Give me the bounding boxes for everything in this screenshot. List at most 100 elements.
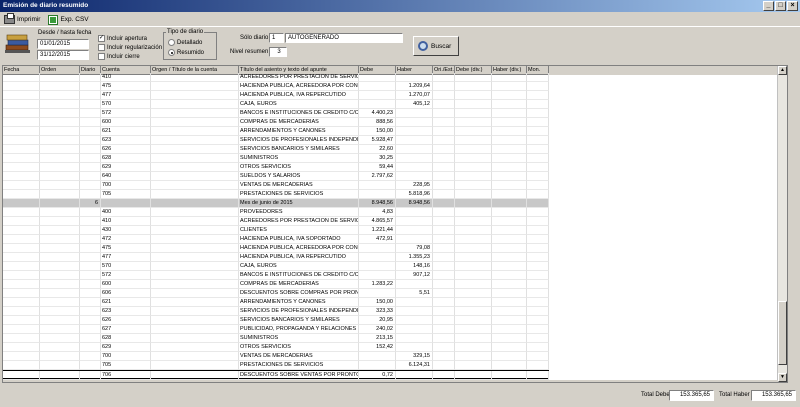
summary-level-input[interactable]: 3 xyxy=(269,47,287,57)
cell-debe-div xyxy=(455,361,492,370)
cell-origen xyxy=(151,371,239,380)
cell-debe-div xyxy=(455,154,492,163)
include-closing-checkbox[interactable]: Incluir cierre xyxy=(98,53,140,60)
cell-haber-div xyxy=(492,334,527,343)
table-row[interactable]: 700 VENTAS DE MERCADERIAS 228,95 xyxy=(3,181,549,190)
cell-haber: 79,08 xyxy=(396,244,433,253)
cell-mon xyxy=(527,325,549,334)
cell-haber-div xyxy=(492,154,527,163)
table-row[interactable]: 629 OTROS SERVICIOS 59,44 xyxy=(3,163,549,172)
include-regularization-checkbox[interactable]: Incluir regularización xyxy=(98,44,162,51)
cell-debe-div xyxy=(455,82,492,91)
table-row[interactable]: 475 HACIENDA PUBLICA, ACREEDORA POR CONCE… xyxy=(3,82,549,91)
table-row[interactable]: 570 CAJA, EUROS 148,16 xyxy=(3,262,549,271)
table-row[interactable]: 410 ACREEDORES POR PRESTACION DE SERVICIO… xyxy=(3,217,549,226)
cell-mon xyxy=(527,109,549,118)
cell-diario xyxy=(80,73,101,82)
table-row[interactable]: 629 OTROS SERVICIOS 152,42 xyxy=(3,343,549,352)
table-row[interactable]: 572 BANCOS E INSTITUCIONES DE CREDITO C/C… xyxy=(3,109,549,118)
table-row[interactable]: 705 PRESTACIONES DE SERVICIOS 6.124,31 xyxy=(3,361,549,370)
cell-origen xyxy=(151,73,239,82)
table-row[interactable]: 606 DESCUENTOS SOBRE COMPRAS POR PRONTO P… xyxy=(3,289,549,298)
table-row[interactable]: 706 DESCUENTOS SOBRE VENTAS POR PRONTO PA… xyxy=(3,370,549,380)
cell-haber: 1.355,23 xyxy=(396,253,433,262)
cell-diario xyxy=(80,82,101,91)
cell-debe-div xyxy=(455,172,492,181)
cell-mon xyxy=(527,181,549,190)
cell-mon xyxy=(527,271,549,280)
cell-orden xyxy=(40,217,80,226)
cell-cuenta: 640 xyxy=(101,172,151,181)
cell-titulo: COMPRAS DE MERCADERIAS xyxy=(239,280,359,289)
table-row[interactable]: 600 COMPRAS DE MERCADERIAS 888,56 xyxy=(3,118,549,127)
table-row[interactable]: 400 PROVEEDORES 4,83 xyxy=(3,208,549,217)
table-row[interactable]: 621 ARRENDAMIENTOS Y CANONES 150,00 xyxy=(3,127,549,136)
cell-titulo: HACIENDA PUBLICA, IVA REPERCUTIDO xyxy=(239,91,359,100)
cell-fecha xyxy=(3,163,40,172)
table-row[interactable]: 628 SUMINISTROS 30,25 xyxy=(3,154,549,163)
books-icon xyxy=(5,34,30,53)
table-row[interactable]: 430 CLIENTES 1.221,44 xyxy=(3,226,549,235)
cell-debe-div xyxy=(455,253,492,262)
table-row[interactable]: 475 HACIENDA PUBLICA, ACREEDORA POR CONCE… xyxy=(3,244,549,253)
table-row[interactable]: 600 COMPRAS DE MERCADERIAS 1.283,22 xyxy=(3,280,549,289)
table-row[interactable]: 640 SUELDOS Y SALARIOS 2.797,62 xyxy=(3,172,549,181)
scroll-down-icon[interactable]: ▼ xyxy=(778,373,787,382)
cell-mon xyxy=(527,154,549,163)
cell-haber-div xyxy=(492,361,527,370)
diary-grid: Fecha Orden Diario Cuenta Orgen / Título… xyxy=(2,65,788,383)
print-button[interactable]: Imprimir xyxy=(4,13,40,24)
only-diary-code-input[interactable]: 1 xyxy=(269,33,284,43)
table-row[interactable]: 472 HACIENDA PUBLICA, IVA SOPORTADO 472,91 xyxy=(3,235,549,244)
cell-titulo: OTROS SERVICIOS xyxy=(239,343,359,352)
month-summary-row[interactable]: 6 Mes de junio de 2015 8.948,56 8.948,56 xyxy=(3,199,549,208)
cell-diario xyxy=(80,343,101,352)
cell-titulo: ARRENDAMIENTOS Y CANONES xyxy=(239,298,359,307)
type-detailed-radio[interactable]: Detallado xyxy=(168,39,202,46)
cell-ori-est xyxy=(433,100,455,109)
table-row[interactable]: 621 ARRENDAMIENTOS Y CANONES 150,00 xyxy=(3,298,549,307)
table-row[interactable]: 570 CAJA, EUROS 405,12 xyxy=(3,100,549,109)
maximize-button[interactable]: □ xyxy=(775,1,786,11)
search-button[interactable]: Buscar xyxy=(413,36,459,56)
table-row[interactable]: 700 VENTAS DE MERCADERIAS 329,15 xyxy=(3,352,549,361)
table-row[interactable]: 626 SERVICIOS BANCARIOS Y SIMILARES 22,60 xyxy=(3,145,549,154)
table-row[interactable]: 477 HACIENDA PUBLICA, IVA REPERCUTIDO 1.27… xyxy=(3,91,549,100)
table-row[interactable]: 572 BANCOS E INSTITUCIONES DE CREDITO C/C… xyxy=(3,271,549,280)
cell-origen xyxy=(151,190,239,199)
cell-diario xyxy=(80,190,101,199)
cell-mon xyxy=(527,352,549,361)
table-row[interactable]: 623 SERVICIOS DE PROFESIONALES INDEPENDIE… xyxy=(3,136,549,145)
table-row[interactable]: 623 SERVICIOS DE PROFESIONALES INDEPENDIE… xyxy=(3,307,549,316)
cell-ori-est xyxy=(433,271,455,280)
cell-origen xyxy=(151,253,239,262)
include-opening-checkbox[interactable]: ✓ Incluir apertura xyxy=(98,35,147,42)
close-button[interactable]: × xyxy=(787,1,798,11)
type-summary-radio[interactable]: Resumido xyxy=(168,49,204,56)
table-row[interactable]: 477 HACIENDA PUBLICA, IVA REPERCUTIDO 1.35… xyxy=(3,253,549,262)
cell-haber xyxy=(396,371,433,380)
date-to-input[interactable]: 31/12/2015 xyxy=(37,50,89,60)
cell-mon xyxy=(527,371,549,380)
table-row[interactable]: 628 SUMINISTROS 213,15 xyxy=(3,334,549,343)
scroll-thumb[interactable] xyxy=(778,301,787,366)
table-row[interactable]: 626 SERVICIOS BANCARIOS Y SIMILARES 20,95 xyxy=(3,316,549,325)
cell-mon xyxy=(527,163,549,172)
horizontal-scrollbar[interactable] xyxy=(3,380,778,382)
scroll-up-icon[interactable]: ▲ xyxy=(778,66,787,75)
only-diary-name-input[interactable]: AUTOGENERADO xyxy=(285,33,403,43)
table-row[interactable]: 627 PUBLICIDAD, PROPAGANDA Y RELACIONES P… xyxy=(3,325,549,334)
export-csv-button[interactable]: Exp. CSV xyxy=(48,14,89,25)
date-from-input[interactable]: 01/01/2015 xyxy=(37,39,89,49)
vertical-scrollbar[interactable]: ▲ ▼ xyxy=(777,66,787,382)
cell-origen xyxy=(151,352,239,361)
cell-debe xyxy=(359,361,396,370)
cell-ori-est xyxy=(433,244,455,253)
table-row[interactable]: 410 ACREEDORES POR PRESTACION DE SERVICIO… xyxy=(3,73,549,82)
cell-haber xyxy=(396,217,433,226)
cell-fecha xyxy=(3,262,40,271)
cell-titulo: SUELDOS Y SALARIOS xyxy=(239,172,359,181)
minimize-button[interactable]: _ xyxy=(763,1,774,11)
cell-haber xyxy=(396,226,433,235)
table-row[interactable]: 705 PRESTACIONES DE SERVICIOS 5.818,96 xyxy=(3,190,549,199)
